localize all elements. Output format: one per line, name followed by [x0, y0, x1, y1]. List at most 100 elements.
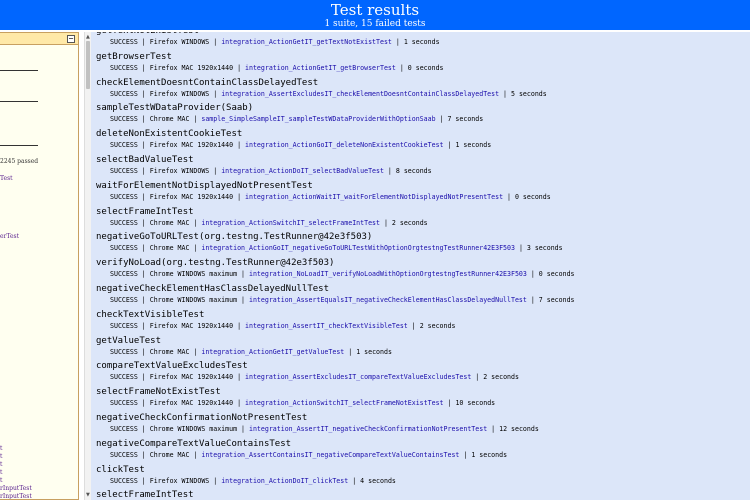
page-header: Test results 1 suite, 15 failed tests: [0, 0, 750, 30]
test-result: negativeCompareTextValueContainsTest SUCC…: [96, 438, 575, 464]
sidebar-divider: [0, 145, 38, 146]
test-detail: SUCCESS | Chrome WINDOWS maximum | integ…: [110, 270, 575, 279]
test-status: SUCCESS: [110, 89, 138, 98]
sidebar-link[interactable]: t: [0, 477, 2, 484]
test-status: SUCCESS: [110, 450, 138, 459]
test-status: SUCCESS: [110, 270, 138, 279]
test-report-link[interactable]: integration_ActionDoIT_selectBadValueTes…: [221, 167, 384, 175]
test-detail: SUCCESS | Firefox MAC 1920x1440 | integr…: [110, 141, 492, 150]
sidebar: − 2245 passed Test erTest t t t t t rInp…: [0, 32, 79, 500]
test-result: getTextNotExistTestSUCCESS | Firefox WIN…: [96, 32, 575, 51]
test-method-name: selectBadValueTest: [96, 154, 194, 165]
test-browser: Chrome MAC: [149, 244, 190, 253]
test-duration: 2 seconds: [419, 321, 456, 330]
test-status: SUCCESS: [110, 115, 138, 124]
test-method-name: deleteNonExistentCookieTest: [96, 129, 243, 140]
scroll-up-icon[interactable]: ▲: [86, 34, 90, 40]
test-detail: SUCCESS | Firefox WINDOWS | integration_…: [110, 166, 432, 175]
test-status: SUCCESS: [110, 476, 138, 485]
test-status: SUCCESS: [110, 295, 138, 304]
test-browser: Firefox MAC 1920x1440: [149, 63, 234, 72]
test-status: SUCCESS: [110, 321, 138, 330]
test-report-link[interactable]: integration_ActionWaitIT_waitForElementN…: [245, 193, 503, 201]
test-report-link[interactable]: integration_ActionGoIT_deleteNonExistent…: [245, 141, 444, 149]
test-detail: SUCCESS | Firefox MAC 1920x1440 | integr…: [110, 63, 444, 72]
test-browser: Chrome MAC: [149, 347, 190, 356]
test-result: verifyNoLoad(org.testng.TestRunner@42e3f…: [96, 257, 575, 283]
sidebar-link[interactable]: rInputTest: [0, 485, 32, 492]
test-detail: SUCCESS | Firefox MAC 1920x1440 | integr…: [110, 321, 456, 330]
test-status: SUCCESS: [110, 424, 138, 433]
test-duration: 0 seconds: [407, 63, 444, 72]
sidebar-link[interactable]: erTest: [0, 233, 19, 240]
test-report-link[interactable]: integration_ActionGoIT_negativeGoToURLTe…: [201, 244, 515, 252]
test-method-name: clickTest: [96, 464, 145, 475]
test-method-name: verifyNoLoad(org.testng.TestRunner@42e3f…: [96, 258, 335, 269]
test-browser: Chrome MAC: [149, 218, 190, 227]
test-method-name: selectFrameIntTest: [96, 206, 194, 217]
test-detail: SUCCESS | Chrome MAC | integration_Actio…: [110, 218, 428, 227]
sidebar-link[interactable]: rInputTest: [0, 493, 32, 499]
test-duration: 12 seconds: [499, 424, 539, 433]
test-method-name: selectFrameNotExistTest: [96, 387, 221, 398]
test-report-link[interactable]: integration_AssertEqualsIT_negativeCheck…: [249, 296, 527, 304]
test-browser: Chrome WINDOWS maximum: [149, 295, 238, 304]
test-method-name: sampleTestWDataProvider(Saab): [96, 103, 254, 114]
test-duration: 2 seconds: [391, 218, 428, 227]
test-report-link[interactable]: integration_AssertContainsIT_negativeCom…: [201, 451, 459, 459]
test-detail: SUCCESS | Firefox WINDOWS | integration_…: [110, 38, 440, 46]
test-duration: 3 seconds: [526, 244, 563, 253]
test-report-link[interactable]: sample_SimpleSampleIT_sampleTestWDataPro…: [201, 115, 435, 123]
test-browser: Firefox MAC 1920x1440: [149, 192, 234, 201]
test-report-link[interactable]: integration_ActionGetIT_getTextNotExistT…: [221, 38, 392, 46]
test-detail: SUCCESS | Firefox WINDOWS | integration_…: [110, 476, 396, 485]
sidebar-link[interactable]: t: [0, 461, 2, 468]
test-detail: SUCCESS | Firefox WINDOWS | integration_…: [110, 89, 547, 98]
test-detail: SUCCESS | Firefox MAC 1920x1440 | integr…: [110, 192, 551, 201]
test-report-link[interactable]: integration_AssertExcludesIT_checkElemen…: [221, 90, 499, 98]
passed-count: 2245 passed: [0, 158, 39, 165]
test-method-name: negativeCompareTextValueContainsTest: [96, 438, 292, 449]
test-report-link[interactable]: integration_AssertIT_negativeCheckConfir…: [249, 425, 487, 433]
test-report-link[interactable]: integration_AssertIT_checkTextVisibleTes…: [245, 322, 408, 330]
scrollbar-thumb[interactable]: [86, 41, 90, 89]
test-detail: SUCCESS | Chrome WINDOWS maximum | integ…: [110, 295, 575, 304]
test-method-name: selectFrameIntTest: [96, 490, 194, 500]
sidebar-scrollbar[interactable]: ▲ ▼: [84, 32, 91, 500]
scroll-down-icon[interactable]: ▼: [86, 492, 90, 498]
test-browser: Firefox WINDOWS: [149, 476, 210, 485]
test-report-link[interactable]: integration_ActionDoIT_clickTest: [221, 477, 348, 485]
collapse-icon[interactable]: −: [67, 35, 75, 43]
test-browser: Firefox WINDOWS: [149, 89, 210, 98]
page-title: Test results: [330, 1, 420, 19]
test-report-link[interactable]: integration_NoLoadIT_verifyNoLoadWithOpt…: [249, 270, 527, 278]
test-method-name: checkElementDoesntContainClassDelayedTes…: [96, 77, 319, 88]
test-status: SUCCESS: [110, 244, 138, 253]
test-report-link[interactable]: integration_ActionGetIT_getValueTest: [201, 348, 344, 356]
test-result: checkTextVisibleTest SUCCESS | Firefox MA…: [96, 309, 575, 335]
test-method-name: negativeCheckElementHasClassDelayedNullT…: [96, 283, 329, 294]
sidebar-link[interactable]: t: [0, 469, 2, 476]
test-duration: 7 seconds: [447, 115, 484, 124]
test-detail: SUCCESS | Chrome MAC | integration_Asser…: [110, 450, 508, 459]
test-detail: SUCCESS | Firefox MAC 1920x1440 | integr…: [110, 399, 496, 408]
test-report-link[interactable]: integration_ActionGetIT_getBrowserTest: [245, 64, 396, 72]
test-browser: Firefox WINDOWS: [149, 166, 210, 175]
test-status: SUCCESS: [110, 399, 138, 408]
sidebar-header: −: [0, 33, 78, 45]
test-status: SUCCESS: [110, 166, 138, 175]
test-report-link[interactable]: integration_AssertExcludesIT_compareText…: [245, 373, 471, 381]
test-result: waitForElementNotDisplayedNotPresentTest…: [96, 180, 575, 206]
sidebar-link[interactable]: t: [0, 445, 2, 452]
test-browser: Chrome MAC: [149, 450, 190, 459]
sidebar-link[interactable]: Test: [0, 175, 13, 182]
test-report-link[interactable]: integration_ActionSwitchIT_selectFrameIn…: [201, 219, 380, 227]
sidebar-link[interactable]: t: [0, 453, 2, 460]
test-duration: 5 seconds: [511, 89, 547, 98]
test-detail: SUCCESS | Chrome WINDOWS maximum | integ…: [110, 424, 539, 433]
test-method-name: negativeCheckConfirmationNotPresentTest: [96, 412, 308, 423]
test-result: selectFrameIntTest SUCCESS | Chrome MAC |…: [96, 206, 575, 232]
test-result: deleteNonExistentCookieTest SUCCESS | Fir…: [96, 128, 575, 154]
test-result: negativeCheckConfirmationNotPresentTest S…: [96, 412, 575, 438]
test-report-link[interactable]: integration_ActionSwitchIT_selectFrameNo…: [245, 399, 444, 407]
